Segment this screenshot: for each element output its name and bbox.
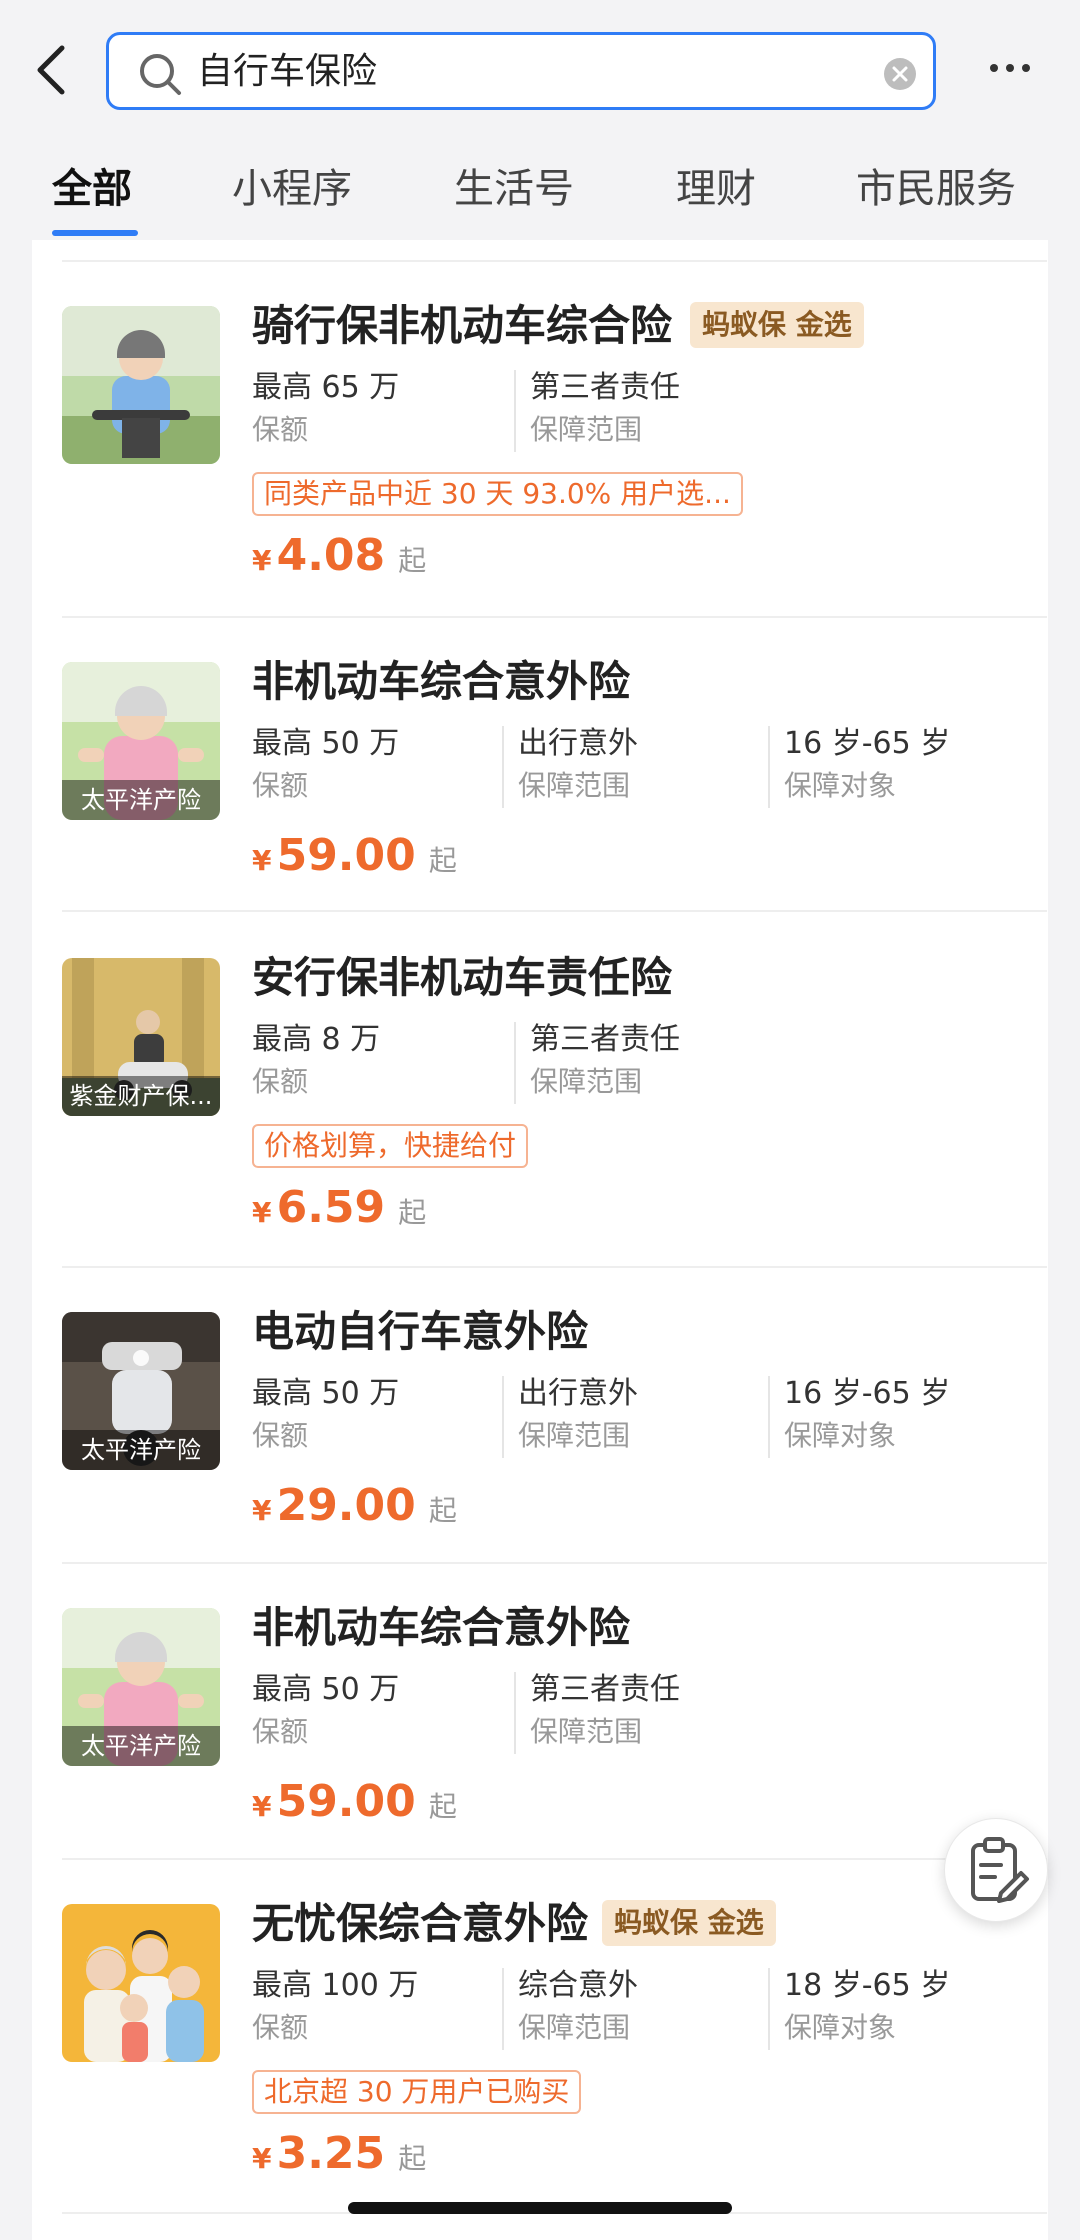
spec-coverage-amount: 最高 50 万 保额 xyxy=(252,1672,400,1748)
spec-insured: 16 岁-65 岁 保障对象 xyxy=(784,726,951,802)
tab-citizen-services[interactable]: 市民服务 xyxy=(856,156,1016,214)
spec-divider xyxy=(502,726,504,808)
divider xyxy=(62,910,1047,912)
product-image xyxy=(62,306,220,464)
product-image: 太平洋产险 xyxy=(62,662,220,820)
product-price: ¥ 29.00 起 xyxy=(252,1480,457,1531)
spec-coverage-amount: 最高 65 万 保额 xyxy=(252,370,400,446)
spec-scope: 第三者责任 保障范围 xyxy=(530,370,680,446)
more-icon[interactable] xyxy=(988,56,1032,80)
divider xyxy=(62,260,1047,262)
product-specs: 最高 65 万 保额 第三者责任 保障范围 xyxy=(252,366,1032,454)
product-price: ¥ 59.00 起 xyxy=(252,1776,457,1827)
spec-scope: 出行意外 保障范围 xyxy=(518,1376,638,1452)
product-title: 骑行保非机动车综合险 xyxy=(252,301,673,350)
spec-divider xyxy=(768,1376,770,1458)
product-specs: 最高 50 万 保额 第三者责任 保障范围 xyxy=(252,1668,1032,1756)
search-query[interactable]: 自行车保险 xyxy=(197,49,377,95)
product-image: 太平洋产险 xyxy=(62,1608,220,1766)
tab-life-accounts[interactable]: 生活号 xyxy=(454,156,574,214)
floating-clipboard-button[interactable] xyxy=(944,1818,1048,1922)
tab-mini-programs[interactable]: 小程序 xyxy=(232,156,352,214)
spec-coverage-amount: 最高 8 万 保额 xyxy=(252,1022,381,1098)
top-bar: 自行车保险 全部 小程序 生活号 理财 市民服务 xyxy=(0,0,1080,240)
product-price: ¥ 3.25 起 xyxy=(252,2128,427,2179)
spec-insured: 18 岁-65 岁 保障对象 xyxy=(784,1968,951,2044)
product-title: 电动自行车意外险 xyxy=(252,1307,589,1356)
promo-tag: 北京超 30 万用户已购买 xyxy=(252,2070,582,2114)
spec-divider xyxy=(502,1968,504,2050)
spec-divider xyxy=(514,370,516,452)
spec-divider xyxy=(502,1376,504,1458)
divider xyxy=(62,1562,1047,1564)
tab-active-indicator xyxy=(52,230,138,236)
product-specs: 最高 50 万 保额 出行意外 保障范围 16 岁-65 岁 保障对象 xyxy=(252,1372,1032,1460)
product-price: ¥ 59.00 起 xyxy=(252,830,457,881)
promo-tag: 价格划算，快捷给付 xyxy=(252,1124,529,1168)
spec-insured: 16 岁-65 岁 保障对象 xyxy=(784,1376,951,1452)
product-specs: 最高 8 万 保额 第三者责任 保障范围 xyxy=(252,1018,1032,1106)
product-image: 太平洋产险 xyxy=(62,1312,220,1470)
product-title: 安行保非机动车责任险 xyxy=(252,953,673,1002)
product-title: 非机动车综合意外险 xyxy=(252,1603,631,1652)
product-title: 非机动车综合意外险 xyxy=(252,657,631,706)
divider xyxy=(62,616,1047,618)
spec-scope: 第三者责任 保障范围 xyxy=(530,1022,680,1098)
spec-scope: 第三者责任 保障范围 xyxy=(530,1672,680,1748)
insurer-label: 太平洋产险 xyxy=(62,1430,220,1470)
product-title: 无忧保综合意外险 xyxy=(252,1899,589,1948)
product-specs: 最高 50 万 保额 出行意外 保障范围 16 岁-65 岁 保障对象 xyxy=(252,722,1032,810)
product-image xyxy=(62,1904,220,2062)
results-panel: 骑行保非机动车综合险 蚂蚁保 金选 最高 65 万 保额 第三者责任 保障范围 … xyxy=(32,240,1048,2240)
spec-coverage-amount: 最高 50 万 保额 xyxy=(252,726,400,802)
divider xyxy=(62,1266,1047,1268)
search-box[interactable]: 自行车保险 xyxy=(106,32,936,110)
insurer-label: 太平洋产险 xyxy=(62,780,220,820)
product-price: ¥ 6.59 起 xyxy=(252,1182,427,1233)
search-icon xyxy=(140,54,181,95)
spec-scope: 出行意外 保障范围 xyxy=(518,726,638,802)
promo-tag: 同类产品中近 30 天 93.0% 用户选... xyxy=(252,472,743,516)
clipboard-edit-icon xyxy=(971,1837,1029,1903)
product-price: ¥ 4.08 起 xyxy=(252,530,427,581)
product-image: 紫金财产保... xyxy=(62,958,220,1116)
clear-icon[interactable] xyxy=(883,57,917,91)
insurer-label: 紫金财产保... xyxy=(62,1076,220,1116)
tab-bar: 全部 小程序 生活号 理财 市民服务 xyxy=(0,150,1080,240)
gold-badge: 蚂蚁保 金选 xyxy=(690,302,864,348)
spec-divider xyxy=(514,1672,516,1754)
spec-divider xyxy=(768,726,770,808)
spec-scope: 综合意外 保障范围 xyxy=(518,1968,638,2044)
spec-divider xyxy=(514,1022,516,1104)
back-chevron-icon[interactable] xyxy=(30,40,74,100)
tab-all[interactable]: 全部 xyxy=(52,156,132,214)
home-indicator xyxy=(348,2202,732,2214)
spec-coverage-amount: 最高 50 万 保额 xyxy=(252,1376,400,1452)
spec-coverage-amount: 最高 100 万 保额 xyxy=(252,1968,419,2044)
tab-wealth[interactable]: 理财 xyxy=(676,156,756,214)
gold-badge: 蚂蚁保 金选 xyxy=(602,1900,776,1946)
product-specs: 最高 100 万 保额 综合意外 保障范围 18 岁-65 岁 保障对象 xyxy=(252,1964,1032,2052)
insurer-label: 太平洋产险 xyxy=(62,1726,220,1766)
divider xyxy=(62,1858,1047,1860)
spec-divider xyxy=(768,1968,770,2050)
